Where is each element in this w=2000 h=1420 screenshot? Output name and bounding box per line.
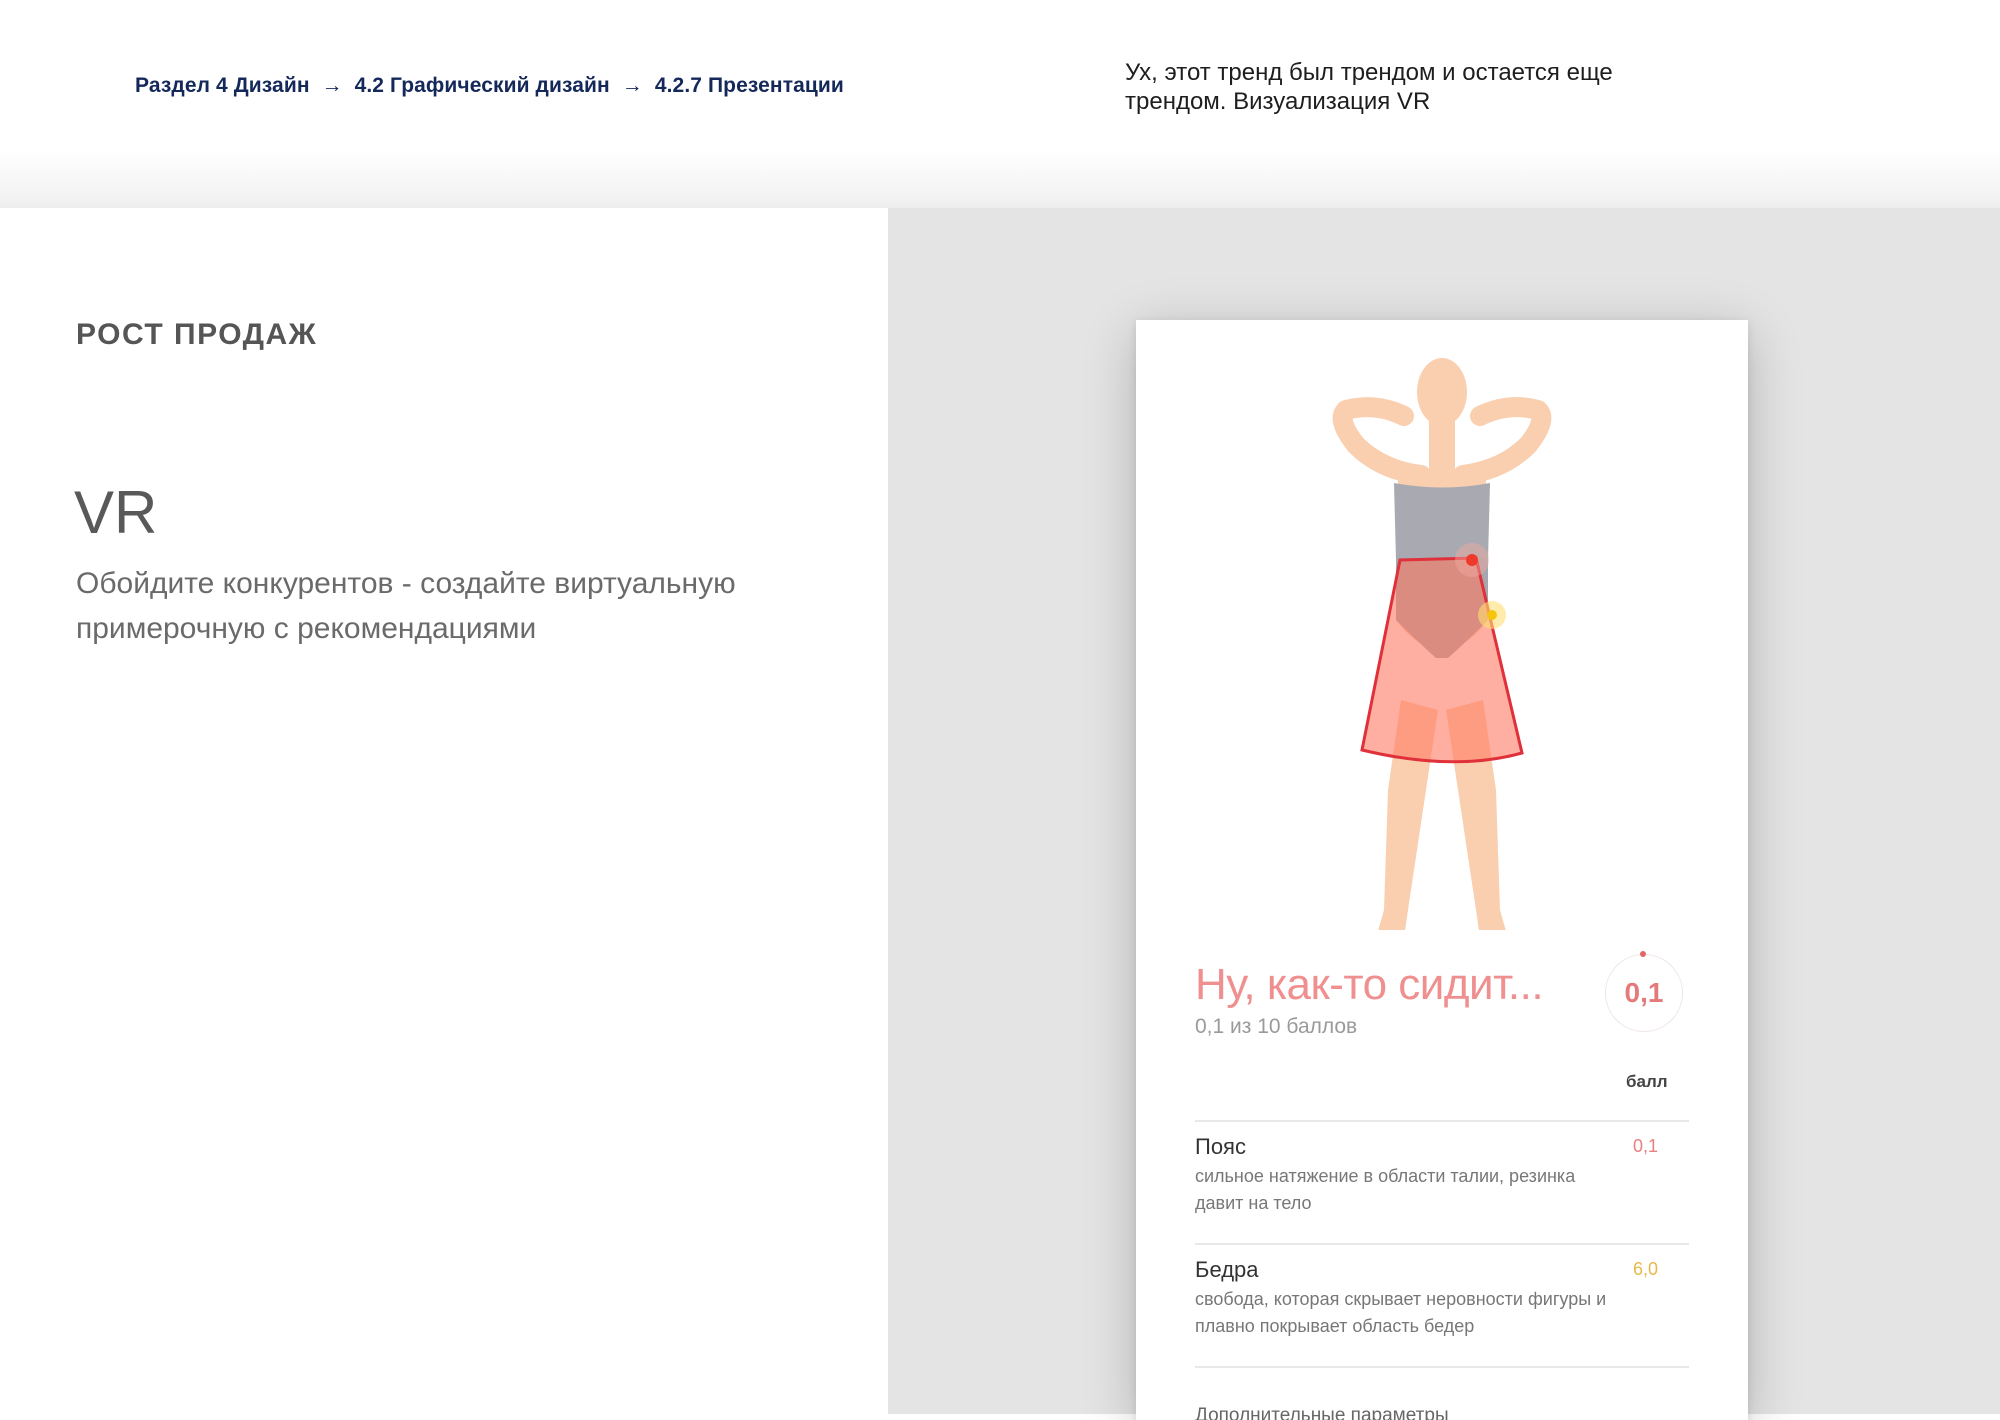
param-score-hips: 6,0 (1633, 1259, 1659, 1279)
param-desc-waist: сильное натяжение в области талии, резин… (1195, 1166, 1576, 1213)
header-note: Ух, этот тренд был трендом и остается ещ… (1125, 59, 1613, 115)
extra-params-link[interactable]: Дополнительные параметры (1195, 1405, 1449, 1420)
left-panel: РОСТ ПРОДАЖ VR Обойдите конкурентов - со… (0, 208, 888, 1414)
breadcrumb: Раздел 4 Дизайн → 4.2 Графический дизайн… (135, 74, 844, 98)
breadcrumb-item-section[interactable]: Раздел 4 Дизайн (135, 74, 310, 97)
header-bar: Раздел 4 Дизайн → 4.2 Графический дизайн… (0, 0, 2000, 208)
breadcrumb-item-current[interactable]: 4.2.7 Презентации (655, 74, 844, 97)
divider (1195, 1120, 1689, 1122)
fit-verdict: Ну, как-то сидит... (1195, 960, 1544, 1009)
param-score-waist: 0,1 (1633, 1136, 1659, 1156)
param-name-waist: Пояс (1195, 1134, 1246, 1159)
score-circle: 0,1 (1605, 951, 1683, 1032)
page-description: Обойдите конкурентов - создайте виртуаль… (76, 567, 736, 645)
score-subtitle: 0,1 из 10 баллов (1195, 1015, 1358, 1038)
phone-mockup: Ну, как-то сидит... 0,1 из 10 баллов 0,1… (1136, 320, 1748, 1420)
score-value: 0,1 (1624, 977, 1664, 1008)
divider (1195, 1366, 1689, 1368)
right-panel: Ну, как-то сидит... 0,1 из 10 баллов 0,1… (888, 208, 2000, 1420)
divider (1195, 1243, 1689, 1245)
param-name-hips: Бедра (1195, 1257, 1259, 1282)
breadcrumb-arrow-icon: → (321, 74, 343, 97)
param-desc-hips: свобода, которая скрывает неровности фиг… (1195, 1289, 1607, 1336)
score-indicator-dot (1640, 951, 1646, 957)
section-title: РОСТ ПРОДАЖ (76, 318, 318, 351)
woman-in-skirt-illustration-icon (1332, 358, 1552, 930)
page-heading: VR (74, 479, 158, 546)
score-unit: балл (1626, 1072, 1668, 1091)
breadcrumb-item-subsection[interactable]: 4.2 Графический дизайн (355, 74, 610, 97)
breadcrumb-arrow-icon: → (621, 74, 643, 97)
